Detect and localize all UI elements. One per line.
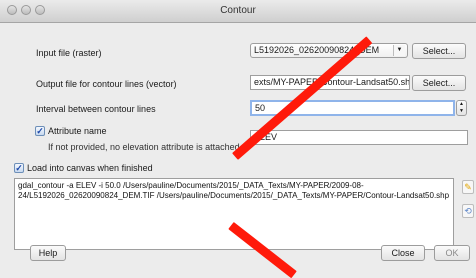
dropdown-arrow-icon[interactable]: ▼ [393,45,405,56]
spin-arrows-icon[interactable]: ▲ ▼ [456,100,467,116]
window-title: Contour [220,5,256,16]
attribute-name-checkbox[interactable]: ✓ [35,126,45,136]
output-file-label: Output file for contour lines (vector) [36,79,177,89]
pencil-edit-icon[interactable]: ✎ [462,180,474,194]
ok-label: OK [445,248,459,258]
input-file-label: Input file (raster) [36,48,102,58]
interval-label: Interval between contour lines [36,104,156,114]
output-select-label: Select... [422,78,456,88]
interval-value: 50 [255,103,266,113]
ok-button[interactable]: OK [434,245,470,261]
help-button[interactable]: Help [30,245,66,261]
attribute-name-label: Attribute name [48,126,107,136]
input-file-select[interactable]: L5192026_02620090824_DEM [250,43,408,58]
load-canvas-checkbox[interactable]: ✓ [14,163,24,173]
reset-icon[interactable]: ⟲ [462,204,474,218]
output-file-value: exts/MY-PAPER/Contour-Landsat50.shp [254,77,410,87]
title-bar: Contour [0,0,476,23]
help-label: Help [38,248,58,258]
input-select-label: Select... [422,46,456,56]
input-select-button[interactable]: Select... [412,43,466,59]
attribute-name-field[interactable]: ELEV [250,130,468,145]
close-label: Close [391,248,415,258]
close-button[interactable]: Close [381,245,425,261]
attribute-note: If not provided, no elevation attribute … [48,142,243,152]
load-canvas-label: Load into canvas when finished [27,163,153,173]
command-textbox[interactable]: gdal_contour -a ELEV -i 50.0 /Users/paul… [14,178,454,250]
output-select-button[interactable]: Select... [412,75,466,91]
